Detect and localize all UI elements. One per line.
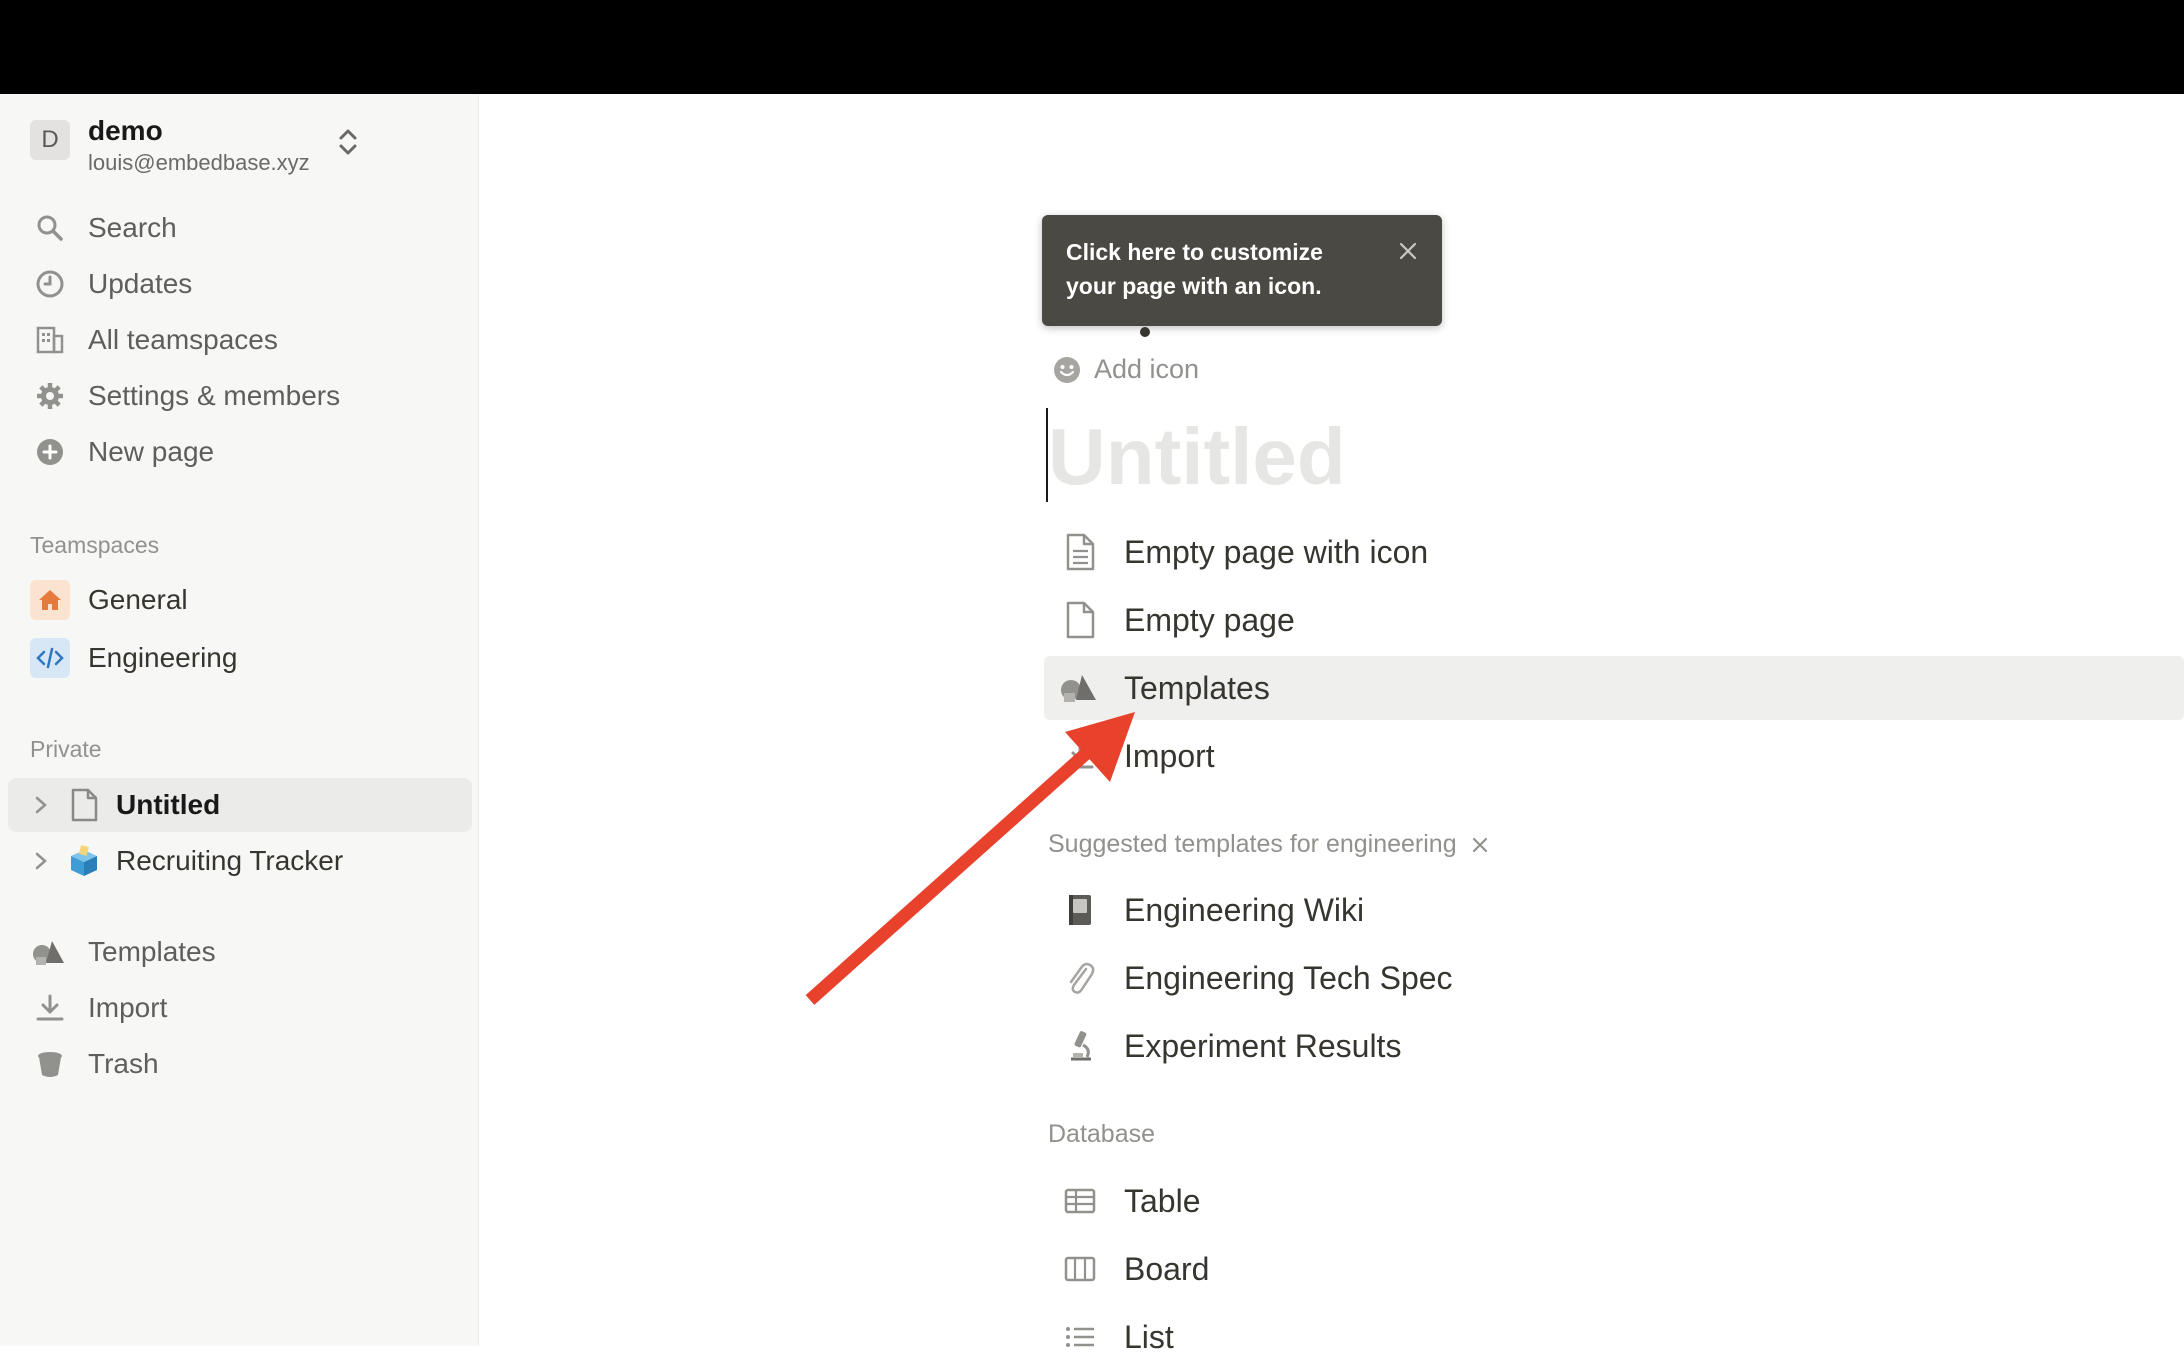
sidebar-item-label: Updates xyxy=(88,268,193,299)
workspace-switcher[interactable]: D demo louis@embedbase.xyz xyxy=(30,114,310,178)
option-label: Empty page with icon xyxy=(1124,533,1429,570)
table-icon xyxy=(1060,1181,1100,1221)
workspace-email: louis@embedbase.xyz xyxy=(88,150,310,175)
sidebar-item-engineering[interactable]: Engineering xyxy=(30,636,237,680)
sidebar-item-label: General xyxy=(88,584,188,615)
sidebar: D demo louis@embedbase.xyz Search Update… xyxy=(0,94,479,1346)
database-heading: Database xyxy=(1048,1120,1155,1149)
sidebar-page-recruiting-tracker[interactable]: Recruiting Tracker xyxy=(8,834,472,888)
sidebar-item-import[interactable]: Import xyxy=(30,986,167,1030)
list-icon xyxy=(1060,1317,1100,1357)
smiley-icon xyxy=(1054,356,1080,383)
sidebar-item-general[interactable]: General xyxy=(30,578,188,622)
database-option-label: List xyxy=(1124,1318,1174,1355)
sidebar-page-label: Untitled xyxy=(116,789,221,820)
sidebar-item-label: Engineering xyxy=(88,642,238,673)
database-option-label: Table xyxy=(1124,1182,1201,1219)
option-templates[interactable]: Templates xyxy=(1044,656,2184,720)
close-icon[interactable] xyxy=(1398,241,1418,261)
database-board[interactable]: Board xyxy=(1044,1237,2184,1301)
ballot-box-icon xyxy=(64,841,104,881)
sidebar-item-label: Import xyxy=(88,992,168,1023)
sidebar-item-templates[interactable]: Templates xyxy=(30,930,216,974)
private-heading: Private xyxy=(30,736,102,762)
option-label: Empty page xyxy=(1124,601,1295,638)
board-icon xyxy=(1060,1249,1100,1289)
suggested-engineering-wiki[interactable]: Engineering Wiki xyxy=(1044,878,2184,942)
option-empty-page[interactable]: Empty page xyxy=(1044,588,2184,652)
building-icon xyxy=(30,320,70,360)
suggested-engineering-tech-spec[interactable]: Engineering Tech Spec xyxy=(1044,946,2184,1010)
tooltip-anchor-dot xyxy=(1140,327,1150,337)
suggested-experiment-results[interactable]: Experiment Results xyxy=(1044,1014,2184,1078)
option-import[interactable]: Import xyxy=(1044,724,2184,788)
sidebar-item-label: All teamspaces xyxy=(88,324,278,355)
home-icon xyxy=(30,580,70,620)
code-icon xyxy=(30,638,70,678)
sidebar-item-updates[interactable]: Updates xyxy=(30,262,192,306)
workspace-avatar: D xyxy=(30,120,70,160)
shapes-icon xyxy=(30,932,70,972)
microscope-icon xyxy=(1060,1026,1100,1066)
workspace-name: demo xyxy=(88,115,163,146)
sidebar-item-search[interactable]: Search xyxy=(30,206,177,250)
tooltip-text: Click here to customize your page with a… xyxy=(1066,239,1323,299)
suggested-label: Experiment Results xyxy=(1124,1027,1402,1064)
trash-icon xyxy=(30,1044,70,1084)
database-option-label: Board xyxy=(1124,1250,1210,1287)
option-empty-page-with-icon[interactable]: Empty page with icon xyxy=(1044,520,2184,584)
top-bar xyxy=(0,0,2184,94)
page-title-input[interactable]: Untitled xyxy=(1048,410,1346,504)
sidebar-page-label: Recruiting Tracker xyxy=(116,845,344,876)
sidebar-item-trash[interactable]: Trash xyxy=(30,1042,159,1086)
sidebar-item-all-teamspaces[interactable]: All teamspaces xyxy=(30,318,278,362)
sidebar-item-settings[interactable]: Settings & members xyxy=(30,374,340,418)
page-lines-icon xyxy=(1060,532,1100,572)
chevron-right-icon[interactable] xyxy=(26,851,56,871)
sidebar-item-label: Templates xyxy=(88,936,216,967)
database-list[interactable]: List xyxy=(1044,1305,2184,1369)
database-label: Database xyxy=(1048,1120,1156,1148)
page-icon xyxy=(64,785,104,825)
sidebar-item-label: New page xyxy=(88,436,215,467)
sidebar-item-label: Trash xyxy=(88,1048,159,1079)
database-table[interactable]: Table xyxy=(1044,1169,2184,1233)
teamspaces-heading: Teamspaces xyxy=(30,532,160,558)
add-icon-label: Add icon xyxy=(1094,354,1200,384)
plus-circle-icon xyxy=(30,432,70,472)
sidebar-item-label: Settings & members xyxy=(88,380,341,411)
clock-icon xyxy=(30,264,70,304)
gear-icon xyxy=(30,376,70,416)
chevron-up-down-icon[interactable] xyxy=(334,124,362,160)
sidebar-page-untitled[interactable]: Untitled xyxy=(8,778,472,832)
sidebar-item-new-page[interactable]: New page xyxy=(30,430,214,474)
search-icon xyxy=(30,208,70,248)
page-icon xyxy=(1060,600,1100,640)
onboarding-tooltip: Click here to customize your page with a… xyxy=(1042,215,1442,326)
chevron-right-icon[interactable] xyxy=(26,795,56,815)
download-icon xyxy=(30,988,70,1028)
close-icon[interactable] xyxy=(1471,836,1489,854)
add-icon-button[interactable]: Add icon xyxy=(1052,354,1199,385)
annotation-arrow xyxy=(805,712,1135,1005)
sidebar-item-label: Search xyxy=(88,212,177,243)
